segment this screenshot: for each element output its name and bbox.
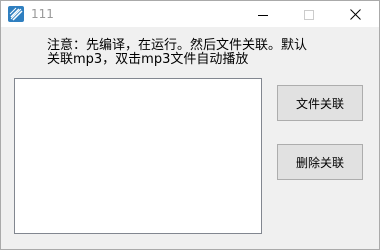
associate-file-button[interactable]: 文件关联 (277, 85, 363, 121)
main-window: 111 注意：先编译，在运行。然后文件关联。默认 关联mp3，双击mp3文件自动… (0, 0, 380, 250)
maximize-button[interactable] (286, 1, 332, 27)
maximize-icon (304, 5, 314, 24)
title-bar[interactable]: 111 (1, 1, 379, 27)
window-title: 111 (31, 7, 54, 21)
remove-association-button[interactable]: 删除关联 (277, 144, 363, 180)
notice-line-1: 注意：先编译，在运行。然后文件关联。默认 (47, 38, 308, 53)
app-icon (7, 5, 25, 23)
notice-line-2: 关联mp3，双击mp3文件自动播放 (47, 52, 249, 67)
close-button[interactable] (332, 1, 378, 27)
minimize-icon (258, 5, 268, 24)
minimize-button[interactable] (240, 1, 286, 27)
notice-text: 注意：先编译，在运行。然后文件关联。默认 关联mp3，双击mp3文件自动播放 (47, 39, 367, 67)
file-list-box[interactable] (14, 78, 262, 234)
close-icon (349, 5, 361, 24)
